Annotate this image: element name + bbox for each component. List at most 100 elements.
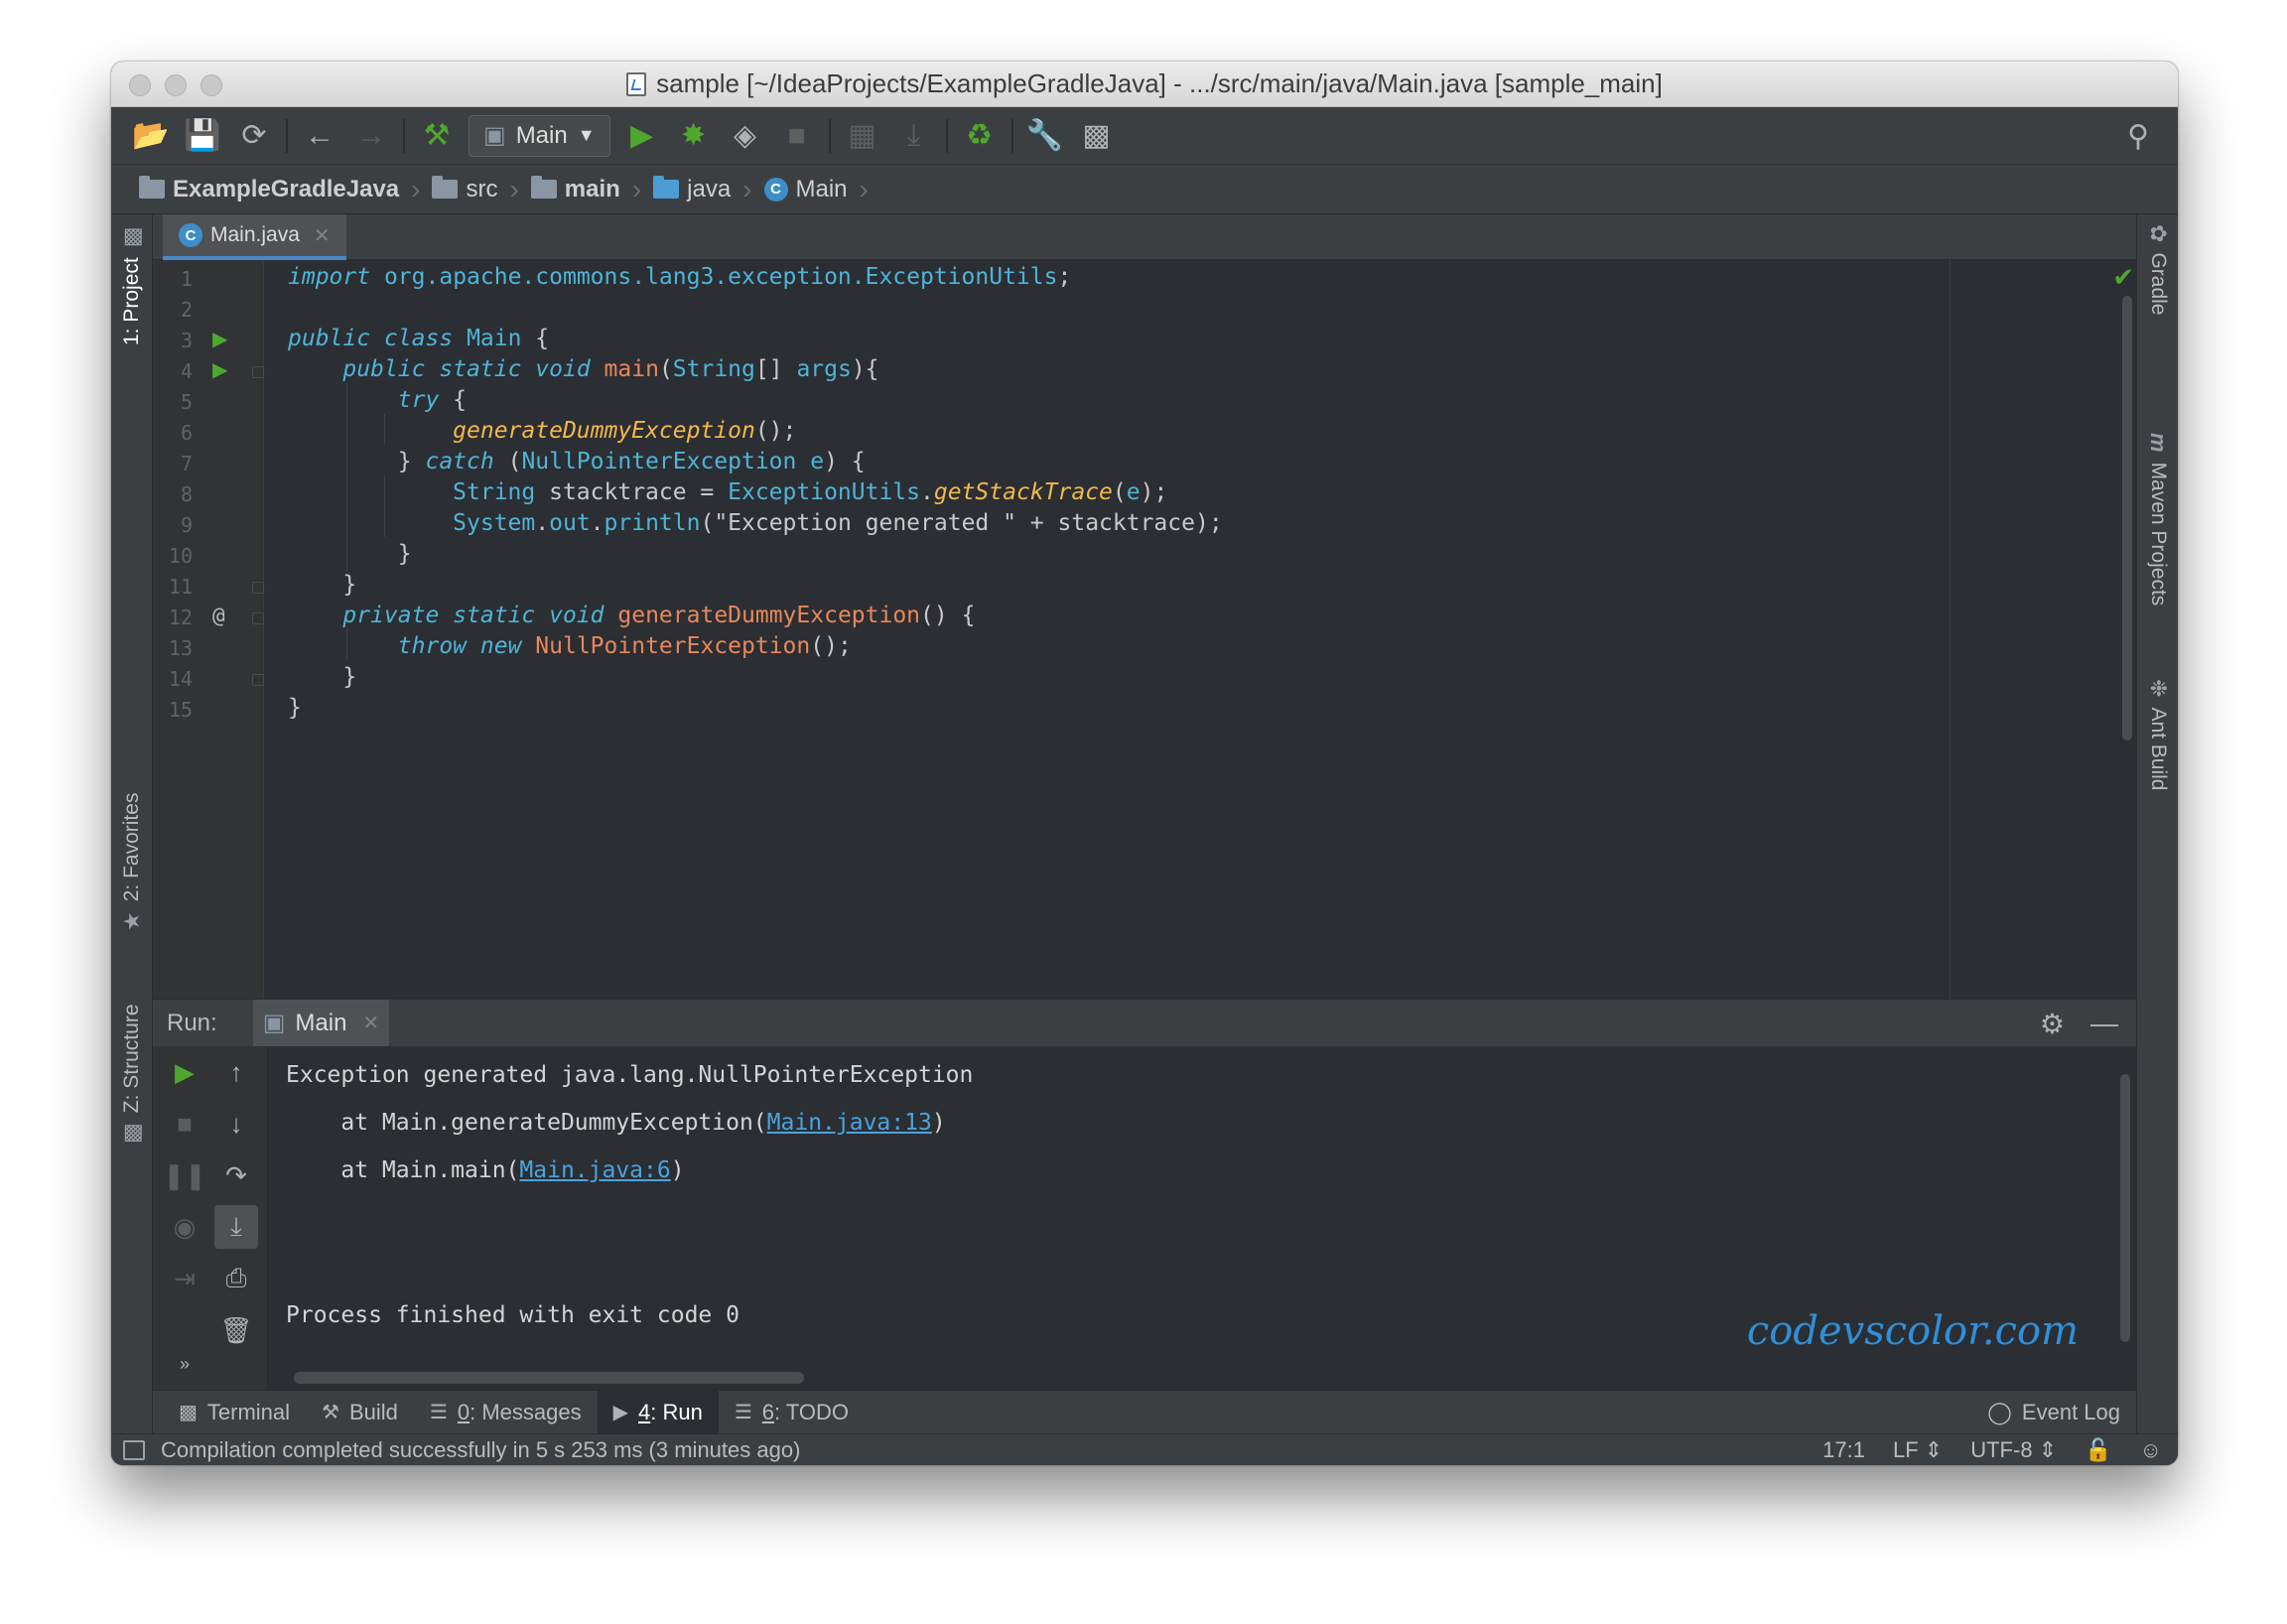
open-folder-icon[interactable]: 📂 [125, 113, 177, 159]
breadcrumb-item-project[interactable]: ExampleGradleJava [133, 176, 405, 203]
console-line: at Main.generateDummyException(Main.java… [286, 1110, 946, 1136]
minimize-icon[interactable]: — [2090, 1008, 2118, 1040]
run-console[interactable]: Exception generated java.lang.NullPointe… [268, 1046, 2136, 1390]
editor-scrollbar[interactable] [2122, 296, 2132, 741]
stacktrace-link[interactable]: Main.java:6 [519, 1157, 670, 1183]
tab-todo[interactable]: ☰ 6: TODO [719, 1391, 865, 1434]
tab-favorites[interactable]: ★ 2: Favorites [119, 793, 145, 931]
line-number: 15 [168, 698, 193, 722]
run-configuration-select[interactable]: ▣ Main ▼ [469, 114, 610, 157]
editor-gutter: 1 2 3 4 5 6 7 8 9 10 11 12 13 14 15 ▶ ▶ … [153, 260, 264, 999]
fold-marker-icon[interactable] [252, 366, 264, 378]
chevron-right-icon: › [742, 173, 752, 204]
scroll-to-end-icon[interactable]: ⤓ [214, 1205, 258, 1249]
tab-structure[interactable]: ▩ Z: Structure [119, 1005, 145, 1145]
implemented-at-icon[interactable]: @ [212, 604, 225, 627]
code-line: public class Main { [288, 326, 550, 351]
run-with-coverage-icon[interactable]: ◈ [720, 113, 771, 159]
console-scrollbar[interactable] [2120, 1074, 2130, 1342]
print-icon[interactable]: ⎙ [214, 1257, 258, 1300]
source-folder-icon [653, 176, 680, 199]
status-left: Compilation completed successfully in 5 … [111, 1437, 800, 1463]
fold-marker-icon[interactable] [252, 582, 264, 594]
code-line: import org.apache.commons.lang3.exceptio… [288, 264, 1072, 290]
settings-wrench-icon[interactable]: 🔧 [1019, 113, 1071, 159]
refresh-gradle-icon[interactable]: ♻ [954, 113, 1006, 159]
pause-icon[interactable]: ❚❚ [163, 1153, 206, 1197]
maven-icon: m [2146, 433, 2171, 453]
sync-icon[interactable]: ⟳ [228, 113, 280, 159]
toggle-tool-windows-icon[interactable] [123, 1439, 145, 1460]
tab-run[interactable]: ▶ 4: Run [597, 1390, 719, 1434]
line-number: 5 [180, 390, 193, 414]
back-icon[interactable]: ← [294, 113, 345, 159]
close-window-button[interactable] [129, 74, 151, 96]
lock-icon[interactable]: 🔓 [2085, 1437, 2111, 1463]
line-number: 6 [180, 421, 193, 445]
tab-terminal[interactable]: ▩ Terminal [163, 1391, 306, 1434]
debug-icon[interactable]: ✸ [668, 113, 720, 159]
more-icon[interactable]: » [163, 1342, 206, 1386]
class-icon: C [179, 223, 202, 247]
fold-marker-icon[interactable] [252, 674, 264, 686]
update-icon[interactable]: ⤓ [888, 113, 940, 159]
tab-gradle[interactable]: ✿ Gradle [2145, 224, 2171, 315]
stop-icon[interactable]: ■ [163, 1102, 206, 1146]
code-editor[interactable]: 1 2 3 4 5 6 7 8 9 10 11 12 13 14 15 ▶ ▶ … [153, 260, 2136, 999]
inspection-ok-icon[interactable]: ✔ [2112, 262, 2134, 293]
gear-icon[interactable]: ⚙ [2040, 1008, 2065, 1040]
run-panel-header: Run: ▣ Main ✕ ⚙ — [153, 999, 2136, 1047]
run-toolbar: ▶ ↑ ■ ↓ ❚❚ ↷ ◉ ⤓ ⇥ ⎙ 🗑 » [153, 1046, 268, 1390]
tab-maven-projects[interactable]: m Maven Projects [2145, 433, 2171, 606]
stacktrace-link[interactable]: Main.java:13 [767, 1110, 932, 1136]
event-log-button[interactable]: ◯ Event Log [1987, 1391, 2120, 1434]
run-gutter-icon[interactable]: ▶ [212, 327, 227, 351]
run-icon[interactable]: ▶ [616, 113, 668, 159]
caret-position[interactable]: 17:1 [1822, 1437, 1865, 1463]
chevron-right-icon: › [631, 173, 642, 204]
tab-project[interactable]: 1: Project ▩ [119, 226, 145, 345]
minimize-window-button[interactable] [165, 74, 187, 96]
close-tab-icon[interactable]: ✕ [362, 1011, 379, 1035]
stop-icon[interactable]: ■ [771, 113, 823, 159]
ide-window: sample [~/IdeaProjects/ExampleGradleJava… [111, 62, 2178, 1465]
code-line: } [288, 572, 357, 598]
rerun-icon[interactable]: ▶ [163, 1050, 206, 1094]
breadcrumb-item-src[interactable]: src [426, 176, 503, 203]
search-icon[interactable]: ⚲ [2112, 113, 2164, 159]
close-tab-icon[interactable]: ✕ [314, 223, 331, 248]
forward-icon[interactable]: → [345, 113, 397, 159]
trash-icon[interactable]: 🗑 [214, 1308, 258, 1352]
breadcrumb-item-main[interactable]: main [525, 176, 626, 203]
run-tab-main[interactable]: ▣ Main ✕ [252, 999, 390, 1047]
tab-main-java[interactable]: C Main.java ✕ [163, 214, 346, 260]
breadcrumb-item-java[interactable]: java [647, 176, 737, 203]
line-separator-select[interactable]: LF ⇕ [1893, 1437, 1943, 1463]
tab-messages[interactable]: ☰ 0: Messages [414, 1391, 598, 1434]
folder-icon: ▩ [119, 226, 144, 248]
line-number: 7 [180, 452, 193, 475]
chevron-down-icon: ▼ [577, 125, 596, 145]
gradle-elephant-icon: ✿ [2146, 224, 2171, 243]
tab-ant-build[interactable]: ❉ Ant Build [2145, 679, 2171, 791]
build-hammer-icon[interactable]: ⚒ [411, 113, 463, 159]
save-icon[interactable]: 💾 [177, 113, 228, 159]
arrow-up-icon[interactable]: ↑ [214, 1050, 258, 1094]
camera-icon[interactable]: ◉ [163, 1205, 206, 1249]
soft-wrap-icon[interactable]: ↷ [214, 1153, 258, 1197]
fold-marker-icon[interactable] [252, 612, 264, 624]
arrow-down-icon[interactable]: ↓ [214, 1102, 258, 1146]
inspector-icon[interactable]: ☺ [2140, 1437, 2162, 1463]
run-gutter-icon[interactable]: ▶ [212, 357, 227, 382]
breadcrumb-item-main-class[interactable]: C Main [758, 176, 854, 203]
project-structure-icon[interactable]: ▩ [1071, 113, 1123, 159]
console-hscrollbar[interactable] [294, 1372, 804, 1384]
vcs-icon[interactable]: ▦ [837, 113, 888, 159]
code-line: String stacktrace = ExceptionUtils.getSt… [453, 479, 1168, 505]
encoding-select[interactable]: UTF-8 ⇕ [1970, 1437, 2057, 1463]
code-line: } [288, 664, 357, 690]
tab-build[interactable]: ⚒ Build [306, 1391, 414, 1434]
status-bar: Compilation completed successfully in 5 … [111, 1433, 2178, 1465]
login-icon[interactable]: ⇥ [163, 1257, 206, 1300]
zoom-window-button[interactable] [201, 74, 222, 96]
